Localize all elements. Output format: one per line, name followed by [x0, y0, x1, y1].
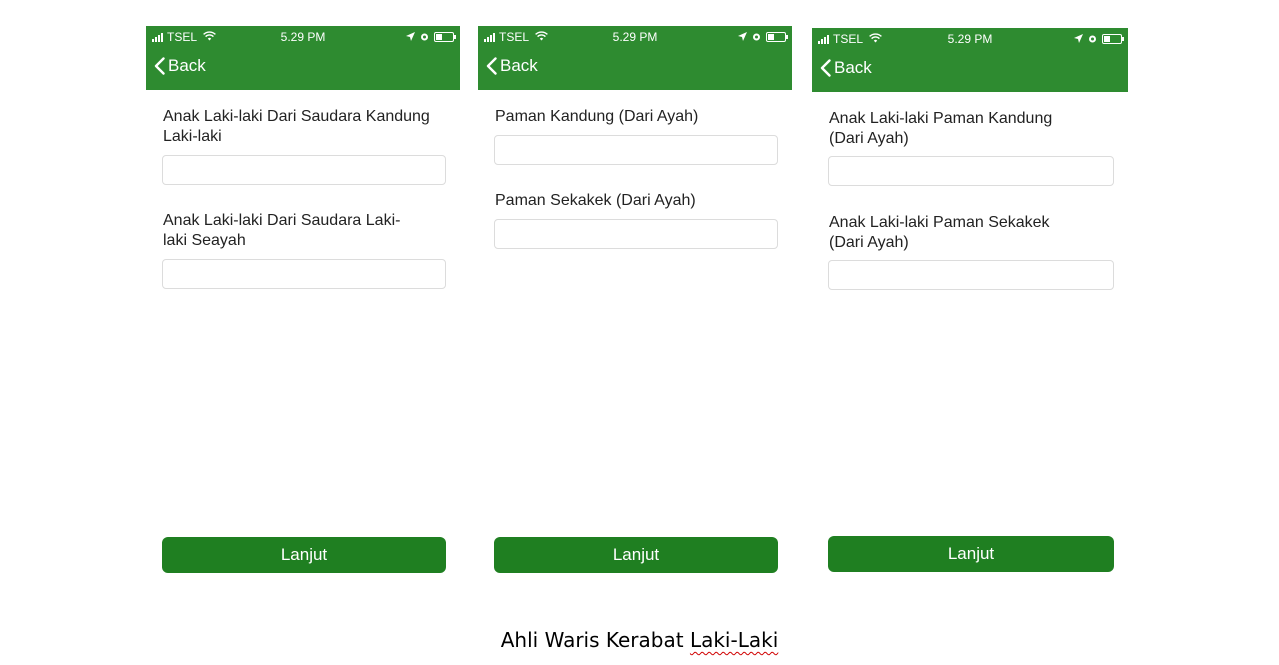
- field-label: Anak Laki-laki Dari Saudara Kandung Laki…: [163, 108, 430, 145]
- phone-screen-1: TSEL 5.29 PM Back Anak Laki-laki Dari Sa…: [146, 26, 460, 586]
- status-bar: TSEL 5.29 PM: [812, 28, 1128, 50]
- app-header: TSEL 5.29 PM Back: [812, 28, 1128, 92]
- back-label: Back: [168, 56, 206, 75]
- app-header: TSEL 5.29 PM Back: [146, 26, 460, 90]
- alarm-icon: [1088, 28, 1097, 50]
- phone-screen-2: TSEL 5.29 PM Back Paman Kandung (Dari Ay…: [478, 26, 792, 586]
- text-input[interactable]: [162, 155, 446, 185]
- alarm-icon: [420, 26, 429, 48]
- back-label: Back: [834, 58, 872, 77]
- field-label: Anak Laki-laki Dari Saudara Laki-laki Se…: [163, 212, 401, 249]
- chevron-left-icon: [820, 59, 831, 77]
- lanjut-button[interactable]: Lanjut: [494, 537, 778, 573]
- location-icon: [406, 26, 415, 48]
- back-button[interactable]: Back: [820, 58, 872, 78]
- battery-icon: [434, 32, 456, 42]
- lanjut-button[interactable]: Lanjut: [162, 537, 446, 573]
- status-bar: TSEL 5.29 PM: [478, 26, 792, 48]
- chevron-left-icon: [154, 57, 165, 75]
- text-input[interactable]: [828, 260, 1114, 290]
- field-label: Anak Laki-laki Paman Sekakek (Dari Ayah): [829, 214, 1050, 251]
- status-bar: TSEL 5.29 PM: [146, 26, 460, 48]
- text-input[interactable]: [494, 219, 778, 249]
- field-label: Paman Kandung (Dari Ayah): [495, 108, 699, 125]
- back-button[interactable]: Back: [486, 56, 538, 76]
- alarm-icon: [752, 26, 761, 48]
- field-label: Paman Sekakek (Dari Ayah): [495, 192, 696, 209]
- field-label: Anak Laki-laki Paman Kandung (Dari Ayah): [829, 110, 1053, 147]
- text-input[interactable]: [494, 135, 778, 165]
- battery-icon: [766, 32, 788, 42]
- text-input[interactable]: [162, 259, 446, 289]
- caption-misspelled-word: Laki-Laki: [689, 628, 779, 652]
- battery-icon: [1102, 34, 1124, 44]
- figure-caption: Ahli Waris Kerabat Laki-Laki: [0, 628, 1279, 652]
- chevron-left-icon: [486, 57, 497, 75]
- caption-text: Ahli Waris Kerabat: [500, 628, 690, 652]
- app-header: TSEL 5.29 PM Back: [478, 26, 792, 90]
- location-icon: [738, 26, 747, 48]
- back-button[interactable]: Back: [154, 56, 206, 76]
- phone-screen-3: TSEL 5.29 PM Back Anak Laki-laki Paman K…: [812, 28, 1128, 588]
- back-label: Back: [500, 56, 538, 75]
- lanjut-button[interactable]: Lanjut: [828, 536, 1114, 572]
- location-icon: [1074, 28, 1083, 50]
- text-input[interactable]: [828, 156, 1114, 186]
